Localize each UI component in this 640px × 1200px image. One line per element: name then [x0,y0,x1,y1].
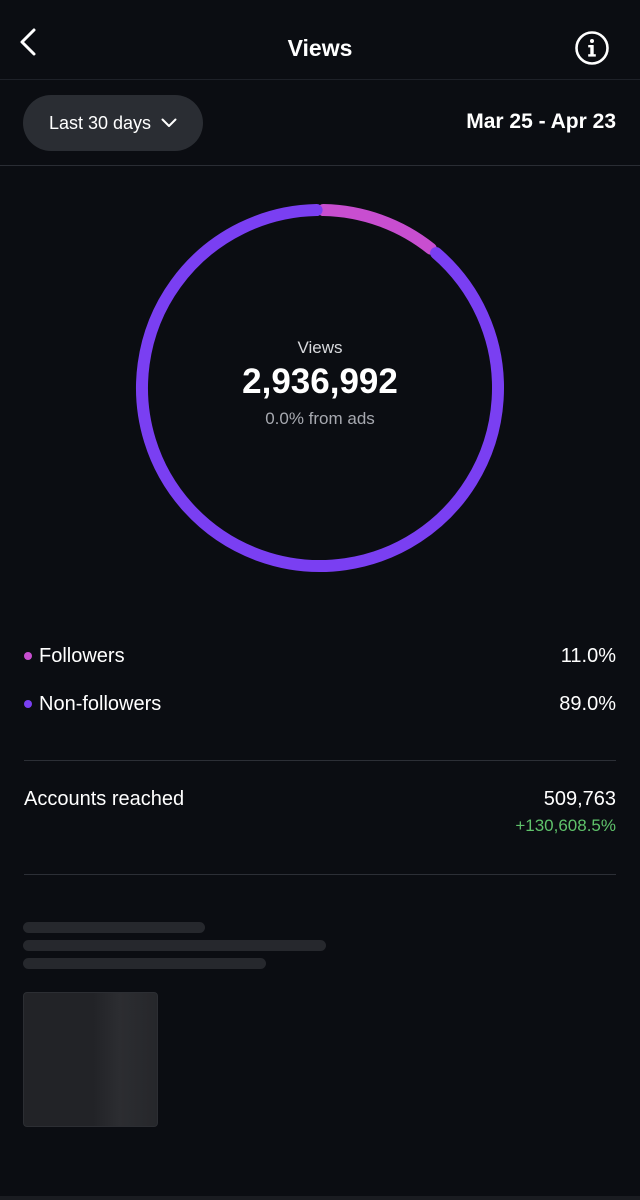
legend-label-followers: Followers [39,644,125,667]
info-icon [575,31,609,65]
legend-row-non-followers[interactable]: Non-followers 89.0% [24,689,616,719]
top-bar: Views [0,0,640,80]
accounts-reached-change: +130,608.5% [515,816,616,835]
ads-share-text: 0.0% from ads [265,409,375,428]
legend-value-non-followers: 89.0% [559,692,616,715]
chevron-left-icon [20,28,36,56]
divider [24,874,616,875]
date-range-dropdown-label: Last 30 days [48,112,152,133]
date-range-text: Mar 25 - Apr 23 [466,110,616,133]
divider [24,760,616,761]
donut-center-label: Views [297,338,343,357]
back-button[interactable] [10,24,46,60]
skeleton-line [23,958,266,969]
accounts-reached-label: Accounts reached [24,788,185,810]
legend-label-non-followers: Non-followers [39,692,162,715]
accounts-reached-row[interactable]: Accounts reached 509,763 +130,608.5% [24,788,616,838]
bottom-edge [0,1196,640,1200]
donut-slice-followers[interactable] [317,204,437,255]
followers-dot [24,652,32,660]
views-donut-chart: Views 2,936,992 0.0% from ads [0,166,640,606]
skeleton-line [23,940,326,951]
donut-center: Views 2,936,992 0.0% from ads [170,336,470,430]
accounts-reached-value: 509,763 [543,788,616,810]
legend-value-followers: 11.0% [560,644,616,667]
filter-row: Last 30 days Mar 25 - Apr 23 [0,80,640,166]
skeleton-line [23,922,205,933]
chevron-down-icon [161,118,177,127]
views-total: 2,936,992 [242,362,398,401]
info-button[interactable] [572,28,612,68]
date-range-dropdown[interactable]: Last 30 days [23,95,203,151]
legend-row-followers[interactable]: Followers 11.0% [24,641,616,671]
skeleton-thumbnail [23,992,158,1127]
non-followers-dot [24,700,32,708]
